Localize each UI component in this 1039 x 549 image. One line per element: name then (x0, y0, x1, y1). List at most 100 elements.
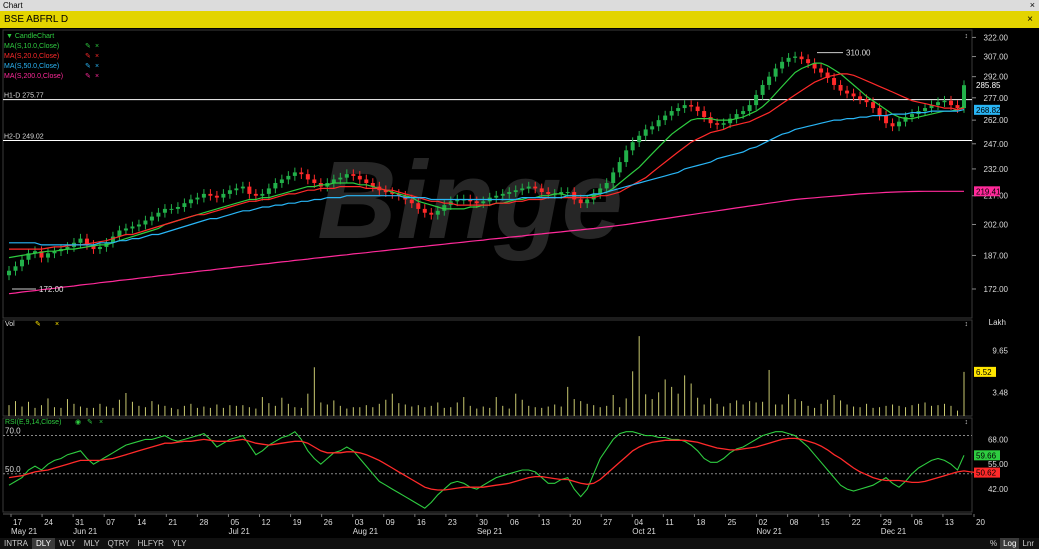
candle-body[interactable] (351, 174, 356, 176)
candle-body[interactable] (507, 192, 512, 194)
candle-body[interactable] (760, 84, 765, 95)
candle-body[interactable] (851, 93, 856, 97)
scale-toggle[interactable]: Lnr (1019, 538, 1037, 549)
pane-scroll-icon[interactable]: ↕ (965, 321, 969, 328)
candle-body[interactable] (221, 193, 226, 198)
candle-body[interactable] (838, 84, 843, 91)
candle-body[interactable] (910, 114, 915, 118)
candle-body[interactable] (240, 186, 245, 189)
candle-body[interactable] (273, 183, 278, 189)
candle-body[interactable] (533, 186, 538, 189)
candle-body[interactable] (793, 56, 798, 58)
candle-body[interactable] (741, 111, 746, 115)
candle-body[interactable] (182, 203, 187, 207)
candle-body[interactable] (208, 193, 213, 196)
legend-ma-label[interactable]: MA(S,10.0,Close) (4, 43, 59, 50)
candle-body[interactable] (663, 115, 668, 121)
candle-body[interactable] (13, 266, 18, 271)
candle-body[interactable] (162, 208, 167, 213)
pencil-icon[interactable]: ✎ (87, 419, 93, 426)
candle-body[interactable] (481, 201, 486, 204)
candle-body[interactable] (299, 172, 304, 175)
scale-toggle[interactable]: % (987, 538, 1000, 549)
candle-body[interactable] (435, 210, 440, 215)
candle-body[interactable] (500, 193, 505, 196)
pencil-icon[interactable]: ✎ (85, 43, 91, 50)
candle-body[interactable] (357, 175, 362, 180)
candle-chart[interactable]: Binge172.00187.00202.00217.00232.00247.0… (0, 28, 1039, 538)
candle-body[interactable] (247, 186, 252, 194)
candle-body[interactable] (637, 135, 642, 143)
timeframe-intra[interactable]: INTRA (0, 538, 32, 549)
pencil-icon[interactable]: ✎ (85, 63, 91, 70)
candle-body[interactable] (890, 123, 895, 127)
legend-ma-label[interactable]: MA(S,200.0,Close) (4, 73, 63, 80)
candle-body[interactable] (942, 100, 947, 103)
candle-body[interactable] (78, 238, 83, 243)
timeframe-qtry[interactable]: QTRY (104, 538, 134, 549)
candle-body[interactable] (702, 111, 707, 118)
eye-icon[interactable]: ◉ (75, 419, 81, 426)
candle-body[interactable] (936, 102, 941, 106)
timeframe-wly[interactable]: WLY (55, 538, 80, 549)
pencil-icon[interactable]: ✎ (85, 73, 91, 80)
legend-ma-label[interactable]: MA(S,20.0,Close) (4, 53, 59, 60)
candle-body[interactable] (676, 108, 681, 112)
candle-body[interactable] (682, 105, 687, 109)
candle-body[interactable] (156, 212, 161, 217)
legend-candle[interactable]: ▼ CandleChart (6, 33, 54, 40)
candle-body[interactable] (169, 208, 174, 210)
candle-body[interactable] (136, 224, 141, 227)
candle-body[interactable] (546, 192, 551, 194)
candle-body[interactable] (819, 68, 824, 73)
candle-body[interactable] (578, 199, 583, 204)
candle-body[interactable] (526, 186, 531, 189)
candle-body[interactable] (780, 61, 785, 69)
candle-body[interactable] (650, 126, 655, 130)
window-close-icon[interactable]: × (1027, 0, 1035, 11)
candle-body[interactable] (422, 208, 427, 213)
close-icon[interactable]: × (99, 419, 103, 426)
candle-body[interactable] (149, 216, 154, 221)
candle-body[interactable] (286, 175, 291, 180)
candle-body[interactable] (864, 99, 869, 103)
candle-body[interactable] (845, 90, 850, 94)
candle-body[interactable] (409, 199, 414, 204)
candle-body[interactable] (695, 106, 700, 112)
candle-body[interactable] (767, 76, 772, 85)
candle-body[interactable] (429, 212, 434, 215)
candle-body[interactable] (143, 220, 148, 225)
pencil-icon[interactable]: ✎ (35, 321, 41, 328)
candle-body[interactable] (364, 179, 369, 184)
candle-body[interactable] (279, 179, 284, 184)
candle-body[interactable] (799, 56, 804, 60)
candle-body[interactable] (130, 226, 135, 229)
candle-body[interactable] (195, 197, 200, 200)
candle-body[interactable] (474, 201, 479, 204)
candle-body[interactable] (923, 108, 928, 112)
candle-body[interactable] (253, 193, 258, 196)
candle-body[interactable] (643, 129, 648, 136)
candle-body[interactable] (539, 188, 544, 193)
candle-body[interactable] (266, 188, 271, 194)
candle-body[interactable] (305, 174, 310, 180)
candle-body[interactable] (227, 190, 232, 194)
candle-body[interactable] (585, 199, 590, 204)
candle-body[interactable] (97, 246, 102, 250)
pane-scroll-icon[interactable]: ↕ (965, 419, 969, 426)
candle-body[interactable] (611, 172, 616, 184)
chart-close-icon[interactable]: × (1027, 11, 1033, 28)
scale-toggle[interactable]: Log (1000, 538, 1020, 549)
candle-body[interactable] (188, 199, 193, 204)
candle-body[interactable] (806, 59, 811, 64)
close-icon[interactable]: × (55, 321, 59, 328)
pane-scroll-icon[interactable]: ↕ (965, 33, 969, 40)
legend-rsi[interactable]: RSI(E,9,14,Close) (5, 419, 61, 426)
candle-body[interactable] (416, 203, 421, 209)
candle-body[interactable] (786, 57, 791, 62)
candle-body[interactable] (494, 195, 499, 198)
candle-body[interactable] (617, 162, 622, 173)
candle-body[interactable] (747, 105, 752, 112)
candle-body[interactable] (715, 123, 720, 125)
candle-body[interactable] (260, 193, 265, 196)
